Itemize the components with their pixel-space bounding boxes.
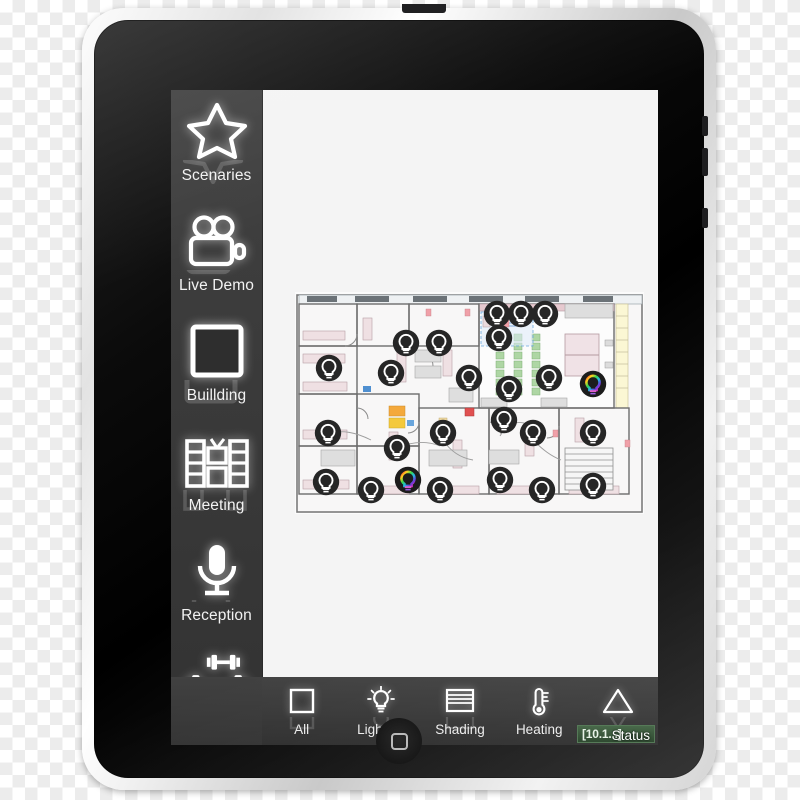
volume-up-button[interactable] bbox=[702, 116, 708, 136]
page-root: Scenaries Live Demo Buillding Meeting Re… bbox=[0, 0, 800, 800]
sidebar-item-meeting[interactable]: Meeting bbox=[171, 426, 262, 536]
sidebar-item-gym[interactable] bbox=[171, 646, 262, 677]
dumbbell-icon bbox=[182, 646, 252, 677]
square-outline-icon bbox=[288, 685, 316, 730]
sidebar-item-label: Live Demo bbox=[179, 277, 254, 294]
tab-label: Heating bbox=[515, 722, 563, 737]
floor-plan-svg bbox=[295, 292, 644, 514]
sidebar-item-buillding[interactable]: Buillding bbox=[171, 316, 262, 426]
blinds-icon bbox=[444, 685, 476, 730]
sidebar-item-label: Scenaries bbox=[181, 167, 252, 184]
volume-down-button[interactable] bbox=[702, 148, 708, 176]
floor-plan-canvas[interactable] bbox=[262, 90, 658, 677]
tablet-bezel: Scenaries Live Demo Buillding Meeting Re… bbox=[94, 20, 708, 778]
sidebar: Scenaries Live Demo Buillding Meeting Re… bbox=[171, 90, 262, 677]
tab-label: Shading bbox=[435, 722, 485, 737]
sidebar-item-label: Buillding bbox=[186, 387, 247, 404]
screen-body: Scenaries Live Demo Buillding Meeting Re… bbox=[171, 90, 658, 677]
square-icon bbox=[182, 316, 252, 404]
tab-label-status: Status bbox=[611, 728, 651, 743]
home-button[interactable] bbox=[376, 718, 422, 764]
star-icon bbox=[182, 96, 252, 185]
toolbar-sidebar-spacer bbox=[171, 677, 262, 745]
screen-lock-button[interactable] bbox=[702, 208, 708, 228]
tab-label: All bbox=[294, 722, 310, 737]
tab-status[interactable]: Status [10.1...] Status bbox=[577, 677, 658, 745]
sidebar-item-label: Reception bbox=[181, 607, 252, 624]
power-button[interactable] bbox=[402, 4, 446, 13]
app-screen: Scenaries Live Demo Buillding Meeting Re… bbox=[171, 90, 658, 745]
thermometer-icon bbox=[526, 685, 552, 717]
triangle-icon bbox=[601, 685, 635, 730]
home-square-icon bbox=[390, 732, 408, 750]
sidebar-item-label: Meeting bbox=[188, 497, 245, 514]
sidebar-item-reception[interactable]: Reception bbox=[171, 536, 262, 646]
video-camera-icon bbox=[182, 206, 252, 275]
tab-shading[interactable]: Shading bbox=[420, 677, 499, 745]
tab-all[interactable]: All bbox=[262, 677, 341, 745]
microphone-icon bbox=[182, 536, 252, 603]
tablet-device: Scenaries Live Demo Buillding Meeting Re… bbox=[82, 4, 716, 790]
light-bulb-icon bbox=[365, 685, 397, 728]
floor-plan-image[interactable] bbox=[293, 290, 646, 516]
sidebar-item-live-demo[interactable]: Live Demo bbox=[171, 206, 262, 316]
sidebar-item-scenaries[interactable]: Scenaries bbox=[171, 96, 262, 206]
tab-heating[interactable]: Heating bbox=[500, 677, 579, 745]
meeting-room-icon bbox=[182, 426, 252, 511]
